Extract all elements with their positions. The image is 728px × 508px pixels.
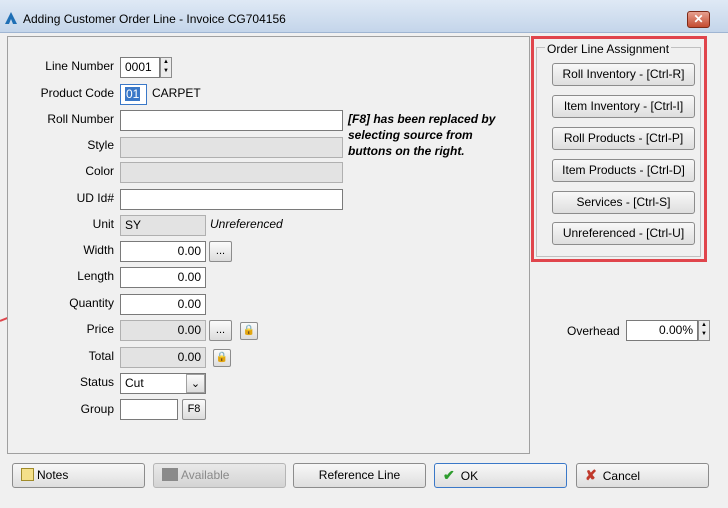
app-logo-icon xyxy=(5,12,17,24)
length-input[interactable]: 0.00 xyxy=(120,267,206,288)
ud-id-label: UD Id# xyxy=(76,191,114,205)
total-field: 0.00 xyxy=(120,347,206,368)
length-label: Length xyxy=(77,269,114,283)
window-title: Adding Customer Order Line - Invoice CG7… xyxy=(23,12,286,26)
width-label: Width xyxy=(83,243,114,257)
total-label: Total xyxy=(88,349,114,363)
available-button: Available xyxy=(153,463,286,488)
price-lookup-button[interactable]: ... xyxy=(209,320,232,341)
total-lock-button[interactable]: 🔒 xyxy=(213,349,231,367)
roll-products-button[interactable]: Roll Products - [Ctrl-P] xyxy=(552,127,695,150)
color-field xyxy=(120,162,343,183)
f8-replacement-note: [F8] has been replaced by selecting sour… xyxy=(348,112,496,158)
overhead-spinner[interactable]: ▲ ▼ xyxy=(698,320,710,341)
line-number-input[interactable]: 0001 xyxy=(120,57,160,78)
lock-icon: 🔒 xyxy=(242,325,256,336)
services-button[interactable]: Services - [Ctrl-S] xyxy=(552,191,695,214)
lock-icon: 🔒 xyxy=(215,352,229,363)
item-inventory-button[interactable]: Item Inventory - [Ctrl-I] xyxy=(552,95,695,118)
unit-reference-note: Unreferenced xyxy=(210,217,283,231)
style-field xyxy=(120,137,343,158)
cancel-button[interactable]: ✘ Cancel xyxy=(576,463,709,488)
line-number-label: Line Number xyxy=(45,59,114,73)
chevron-down-icon: ⌄ xyxy=(190,378,201,390)
roll-inventory-button[interactable]: Roll Inventory - [Ctrl-R] xyxy=(552,63,695,86)
group-label: Group xyxy=(80,402,114,416)
status-value: Cut xyxy=(125,376,144,390)
roll-number-label: Roll Number xyxy=(47,112,114,126)
item-products-button[interactable]: Item Products - [Ctrl-D] xyxy=(552,159,695,182)
color-label: Color xyxy=(85,164,114,178)
product-code-description: CARPET xyxy=(152,86,201,100)
group-f8-button[interactable]: F8 xyxy=(182,399,206,420)
price-field: 0.00 xyxy=(120,320,206,341)
style-label: Style xyxy=(87,138,114,152)
status-label: Status xyxy=(79,375,114,389)
width-lookup-button[interactable]: ... xyxy=(209,241,232,262)
price-label: Price xyxy=(86,322,114,336)
roll-number-input[interactable] xyxy=(120,110,343,131)
status-dropdown-button[interactable]: ⌄ xyxy=(186,374,205,393)
price-lock-button[interactable]: 🔒 xyxy=(240,322,258,340)
ud-id-input[interactable] xyxy=(120,189,343,210)
overhead-label: Overhead xyxy=(567,324,620,338)
checkmark-icon: ✔ xyxy=(443,467,455,483)
available-icon xyxy=(162,468,178,481)
width-input[interactable]: 0.00 xyxy=(120,241,206,262)
close-button[interactable]: ✕ xyxy=(687,11,710,28)
notes-button[interactable]: Notes xyxy=(12,463,145,488)
product-code-value: 01 xyxy=(125,87,141,101)
unit-field: SY xyxy=(120,215,206,236)
overhead-input[interactable]: 0.00% xyxy=(626,320,698,341)
cancel-x-icon: ✘ xyxy=(585,467,597,483)
line-number-spinner[interactable]: ▲ ▼ xyxy=(160,57,172,78)
product-code-input[interactable]: 01 xyxy=(120,84,147,105)
notes-icon xyxy=(21,468,34,481)
unreferenced-button[interactable]: Unreferenced - [Ctrl-U] xyxy=(552,222,695,245)
title-bar[interactable]: Adding Customer Order Line - Invoice CG7… xyxy=(0,0,728,33)
unit-label: Unit xyxy=(92,217,114,231)
quantity-label: Quantity xyxy=(69,296,114,310)
quantity-input[interactable]: 0.00 xyxy=(120,294,206,315)
ok-button[interactable]: ✔ OK xyxy=(434,463,567,488)
product-code-label: Product Code xyxy=(40,86,114,100)
group-input[interactable] xyxy=(120,399,178,420)
reference-line-button[interactable]: Reference Line xyxy=(293,463,426,488)
